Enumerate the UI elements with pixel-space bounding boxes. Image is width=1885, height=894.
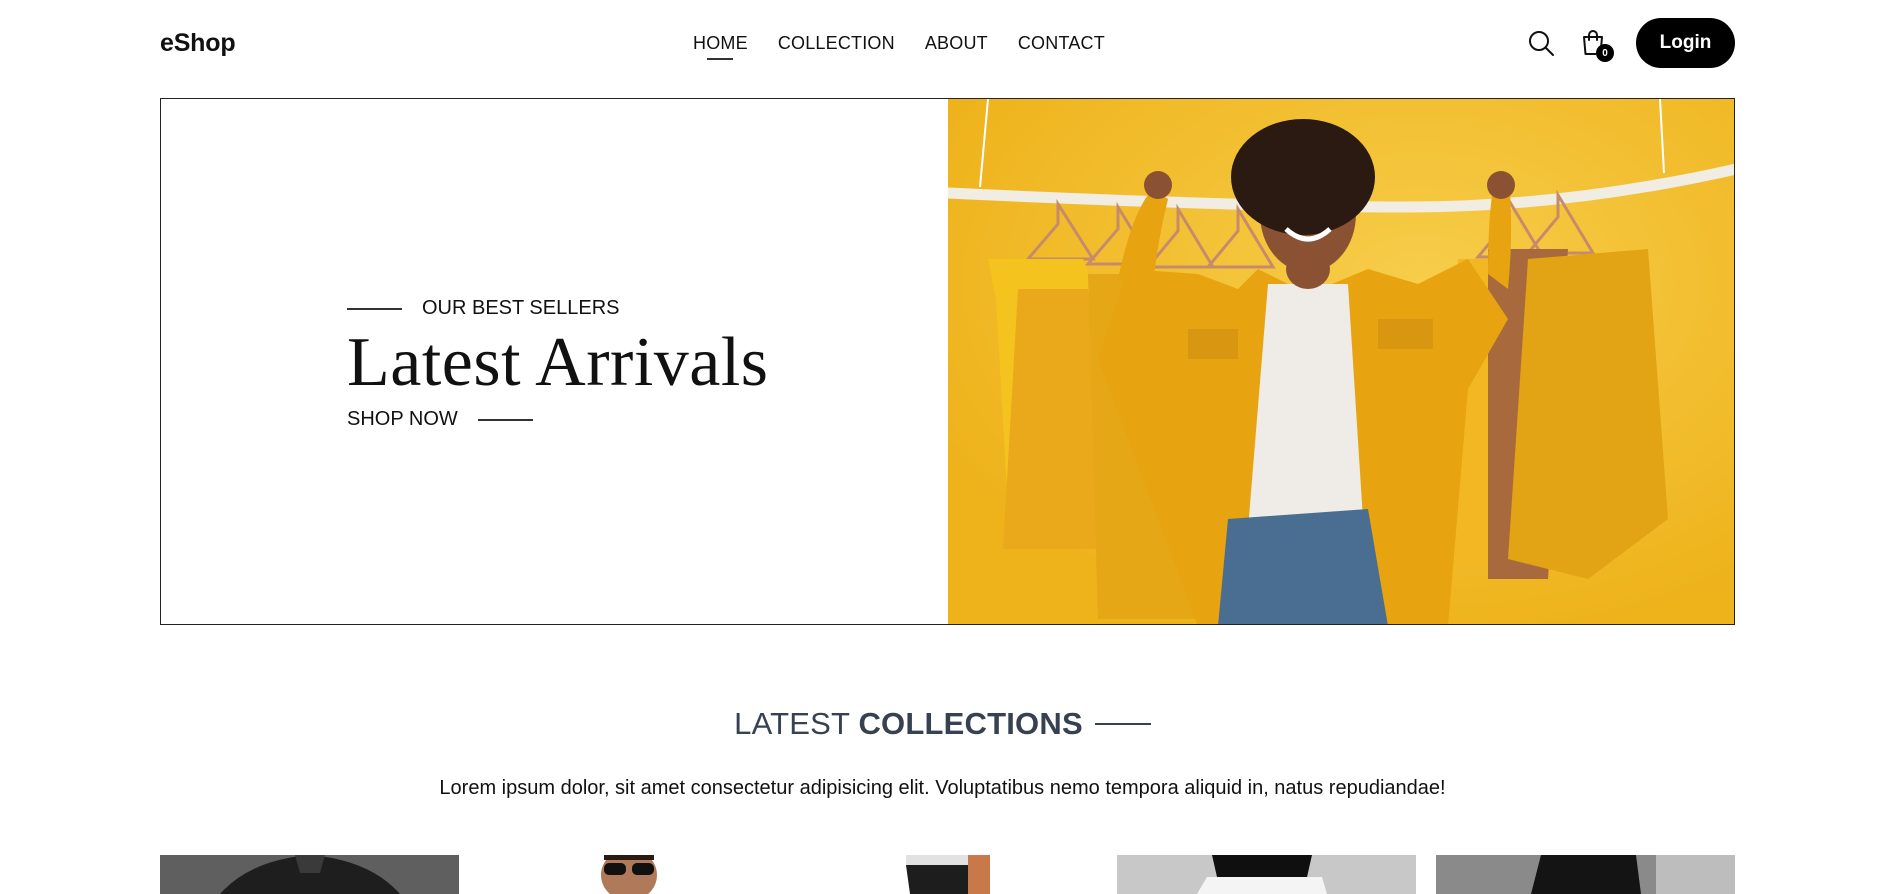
hero-text-panel: OUR BEST SELLERS Latest Arrivals SHOP NO…: [161, 99, 948, 624]
divider-line: [477, 418, 533, 421]
section-title: LATEST COLLECTIONS: [734, 706, 1083, 742]
product-grid: [160, 855, 1735, 894]
logo[interactable]: eShop: [160, 29, 236, 58]
hero-title: Latest Arrivals: [347, 324, 769, 401]
divider-line: [1094, 723, 1151, 725]
shop-now-link[interactable]: SHOP NOW: [347, 408, 769, 431]
section-title-light: LATEST: [734, 706, 850, 741]
nav-actions: 0 Login: [1526, 18, 1735, 68]
cart-button[interactable]: 0: [1578, 28, 1614, 62]
product-image-black-outfit: [1436, 855, 1735, 894]
shop-now-label: SHOP NOW: [347, 408, 458, 430]
product-image-man-sunglasses: [479, 855, 778, 894]
nav-links: HOME COLLECTION ABOUT CONTACT: [693, 0, 1105, 86]
product-card[interactable]: [479, 855, 778, 894]
nav-link-collection[interactable]: COLLECTION: [778, 33, 895, 54]
hero-subtitle-row: OUR BEST SELLERS: [347, 297, 769, 320]
divider-line: [347, 307, 402, 310]
section-heading: LATEST COLLECTIONS: [0, 706, 1885, 742]
hero-image: [948, 99, 1734, 624]
login-button[interactable]: Login: [1636, 18, 1735, 68]
product-image-black-white-top: [1117, 855, 1416, 894]
product-image-trousers: [798, 855, 1097, 894]
product-card[interactable]: [798, 855, 1097, 894]
search-icon[interactable]: [1526, 28, 1556, 58]
hero-text: OUR BEST SELLERS Latest Arrivals SHOP NO…: [347, 297, 769, 431]
product-image-black-jacket: [160, 855, 459, 894]
navbar: eShop HOME COLLECTION ABOUT CONTACT 0 Lo…: [160, 0, 1735, 86]
product-card[interactable]: [1436, 855, 1735, 894]
product-card[interactable]: [160, 855, 459, 894]
hero-photo-illustration: [948, 99, 1734, 624]
cart-count-badge: 0: [1596, 44, 1614, 62]
nav-link-about[interactable]: ABOUT: [925, 33, 988, 54]
section-title-bold: COLLECTIONS: [858, 706, 1083, 741]
hero-subtitle: OUR BEST SELLERS: [422, 297, 620, 319]
nav-link-contact[interactable]: CONTACT: [1018, 33, 1105, 54]
nav-link-home[interactable]: HOME: [693, 33, 748, 54]
product-card[interactable]: [1117, 855, 1416, 894]
section-description: Lorem ipsum dolor, sit amet consectetur …: [439, 777, 1446, 799]
hero-banner: OUR BEST SELLERS Latest Arrivals SHOP NO…: [160, 98, 1735, 625]
